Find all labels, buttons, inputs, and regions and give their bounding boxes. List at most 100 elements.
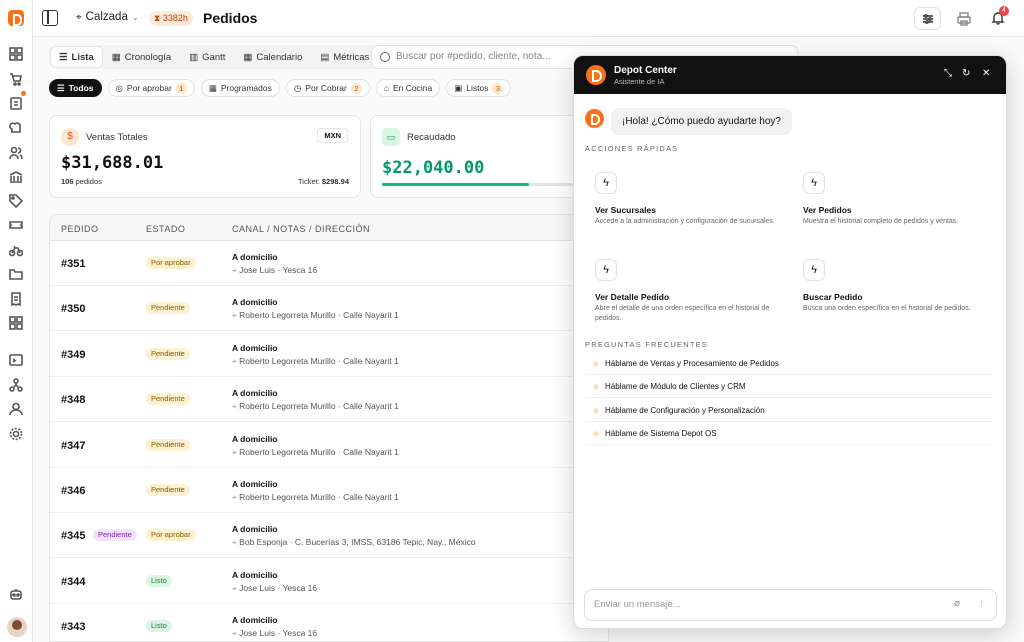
filter-count: 1 (175, 82, 187, 94)
tab-gantt[interactable]: ▥ Gantt (181, 47, 233, 67)
send-arrow-icon[interactable]: ↑ (979, 599, 984, 609)
app-logo[interactable] (8, 10, 24, 26)
status-badge: Pendiente (146, 347, 190, 360)
bike-icon[interactable] (8, 243, 24, 257)
table-row[interactable]: #345 Pendiente Por aprobar A domicilio ⌖ Bob… (50, 513, 608, 559)
filter-programados[interactable]: ▦ Programados (200, 79, 280, 97)
quick-action-ver-detalle-pedido[interactable]: ϟ Ver Detalle Pedido Abre el detalle de … (585, 249, 784, 324)
top-bar: ⌖ Calzada ⌄ ⧗ 3382h Pedidos 4 (33, 0, 1024, 37)
table-row[interactable]: #344 Listo A domicilio ⌖ Jose Luis · Yesca … (50, 559, 608, 604)
filter-por-cobrar[interactable]: ◷ Por Cobrar 2 (285, 79, 370, 97)
table-row[interactable]: #350 Pendiente A domicilio ⌖ Roberto Legorr… (50, 286, 608, 332)
tab-metricas[interactable]: ▤ Métricas (312, 47, 377, 67)
quick-action-desc: Busca una orden específica en el histori… (803, 305, 971, 312)
bot-assistant-icon[interactable] (9, 587, 23, 601)
users-icon[interactable] (9, 146, 23, 160)
order-address-text: Roberto Legorreta Murillo · Calle Nayari… (239, 401, 399, 412)
bank-icon[interactable] (9, 170, 23, 184)
faq-item[interactable]: ✧ Háblame de Módulo de Clientes y CRM (585, 376, 993, 398)
terminal-icon[interactable] (9, 353, 23, 367)
row-tag-badge: Pendiente (93, 529, 137, 542)
filters-button[interactable] (914, 7, 941, 30)
quick-action-ver-sucursales[interactable]: ϟ Ver Sucursales Accede a la administrac… (585, 162, 784, 237)
network-icon[interactable] (9, 378, 23, 392)
faq-item[interactable]: ✧ Háblame de Ventas y Procesamiento de Pe… (585, 353, 993, 375)
refresh-icon[interactable]: ↻ (962, 69, 970, 79)
quick-action-title: Ver Pedidos (803, 205, 852, 215)
currency-badge: MXN (317, 128, 348, 143)
map-pin-icon: ⌖ (232, 265, 237, 275)
tag-icon[interactable] (9, 194, 24, 209)
table-row[interactable]: #347 Pendiente A domicilio ⌖ Roberto Legorr… (50, 423, 608, 468)
sparkle-icon: ✧ (592, 382, 600, 392)
chart-icon: ▤ (320, 51, 330, 63)
view-tabs: ☰ Lista ▦ Cronología ▥ Gantt ▦ Calendario ▤ M… (49, 45, 380, 69)
filter-en-cocina[interactable]: ⌂ En Cocina (375, 79, 441, 97)
col-canal: CANAL / NOTAS / DIRECCIÓN (232, 224, 371, 234)
greeting-bubble: ¡Hola! ¿Cómo puedo ayudarte hoy? (611, 108, 792, 135)
table-row[interactable]: #349 Pendiente A domicilio ⌖ Roberto Legorr… (50, 332, 608, 377)
receipt-icon[interactable] (9, 292, 23, 307)
filter-por-aprobar[interactable]: ◎ Por aprobar 1 (107, 79, 195, 97)
status-badge: Pendiente (146, 302, 190, 315)
chef-hat-icon[interactable] (9, 121, 23, 135)
quick-action-buscar-pedido[interactable]: ϟ Buscar Pedido Busca una orden específi… (793, 249, 992, 324)
minimize-icon[interactable]: ⤡ (944, 69, 952, 79)
order-channel: A domicilio (232, 342, 278, 353)
chat-header: Depot Center Asistente de IA ⤡ ↻ ✕ (574, 56, 1006, 94)
order-address: ⌖ Jose Luis · Yesca 16 (232, 583, 317, 594)
orders-icon[interactable] (9, 96, 23, 110)
tab-label: Calendario (256, 51, 303, 63)
cart-icon[interactable] (9, 72, 23, 86)
tab-lista[interactable]: ☰ Lista (51, 47, 102, 67)
chat-message-input[interactable]: Enviar un mensaje... ⌀ ↑ (584, 589, 997, 621)
collected-label: Recaudado (407, 132, 456, 143)
location-selector[interactable]: ⌖ Calzada ⌄ (76, 11, 139, 23)
quick-action-desc: Abre el detalle de una orden específica … (595, 305, 770, 322)
sparkle-icon: ✧ (592, 429, 600, 439)
order-channel: A domicilio (232, 388, 278, 399)
filter-listos[interactable]: ▣ Listos 3 (446, 79, 512, 97)
user-avatar[interactable] (7, 617, 27, 637)
cash-icon: ▭ (382, 128, 400, 146)
user-icon[interactable] (9, 402, 23, 416)
status-badge: Listo (146, 574, 172, 587)
chevron-down-icon: ⌄ (131, 12, 139, 22)
order-id: #346 (61, 485, 86, 497)
tab-calendario[interactable]: ▦ Calendario (235, 47, 310, 67)
filter-todos[interactable]: ☰ Todos (49, 79, 102, 97)
settings-gear-icon[interactable] (9, 427, 23, 441)
sales-amount: $31,688.01 (61, 153, 164, 173)
faq-item[interactable]: ✧ Háblame de Sistema Depot OS (585, 423, 993, 445)
order-address: ⌖ Jose Luis · Yesca 16 (232, 265, 317, 276)
chat-input-placeholder: Enviar un mensaje... (594, 599, 681, 610)
tab-cronologia[interactable]: ▦ Cronología (104, 47, 179, 67)
map-pin-icon: ⌖ (232, 537, 237, 548)
search-placeholder: Buscar por #pedido, cliente, nota... (396, 51, 551, 62)
paperclip-icon[interactable]: ⌀ (954, 599, 960, 609)
status-filters: ☰ Todos ◎ Por aprobar 1 ▦ Programados ◷ Por C… (49, 79, 512, 97)
sales-card: $ Ventas Totales MXN $31,688.01 106 pedi… (49, 115, 361, 198)
quick-action-desc: Accede a la administración y configuraci… (595, 218, 775, 225)
table-row[interactable]: #348 Pendiente A domicilio ⌖ Roberto Legorr… (50, 377, 608, 423)
table-row[interactable]: #343 Listo A domicilio ⌖ Jose Luis · Yesca … (50, 604, 608, 641)
dashboard-icon[interactable] (9, 47, 23, 61)
close-icon[interactable]: ✕ (982, 69, 990, 79)
sidebar-toggle-icon[interactable] (42, 10, 58, 26)
orders-count: 106 (61, 177, 74, 186)
grid-icon[interactable] (9, 316, 23, 330)
faq-item[interactable]: ✧ Háblame de Configuración y Personalizac… (585, 400, 993, 422)
print-icon[interactable] (957, 12, 971, 29)
quick-action-ver-pedidos[interactable]: ϟ Ver Pedidos Muestra el historial compl… (793, 162, 992, 237)
list-icon: ☰ (57, 82, 65, 93)
folder-icon[interactable] (9, 267, 23, 281)
status-badge: Por aprobar (146, 257, 196, 269)
table-row[interactable]: #351 Por aprobar A domicilio ⌖ Jose Luis · … (50, 241, 608, 286)
map-pin-icon: ⌖ (76, 11, 82, 23)
orders-label: pedidos (75, 177, 102, 186)
ticket-icon[interactable] (9, 218, 23, 232)
order-channel: A domicilio (232, 524, 278, 535)
calendar-icon: ▦ (111, 51, 121, 63)
order-id: #345 (61, 530, 86, 543)
table-row[interactable]: #346 Pendiente A domicilio ⌖ Roberto Legorr… (50, 468, 608, 513)
